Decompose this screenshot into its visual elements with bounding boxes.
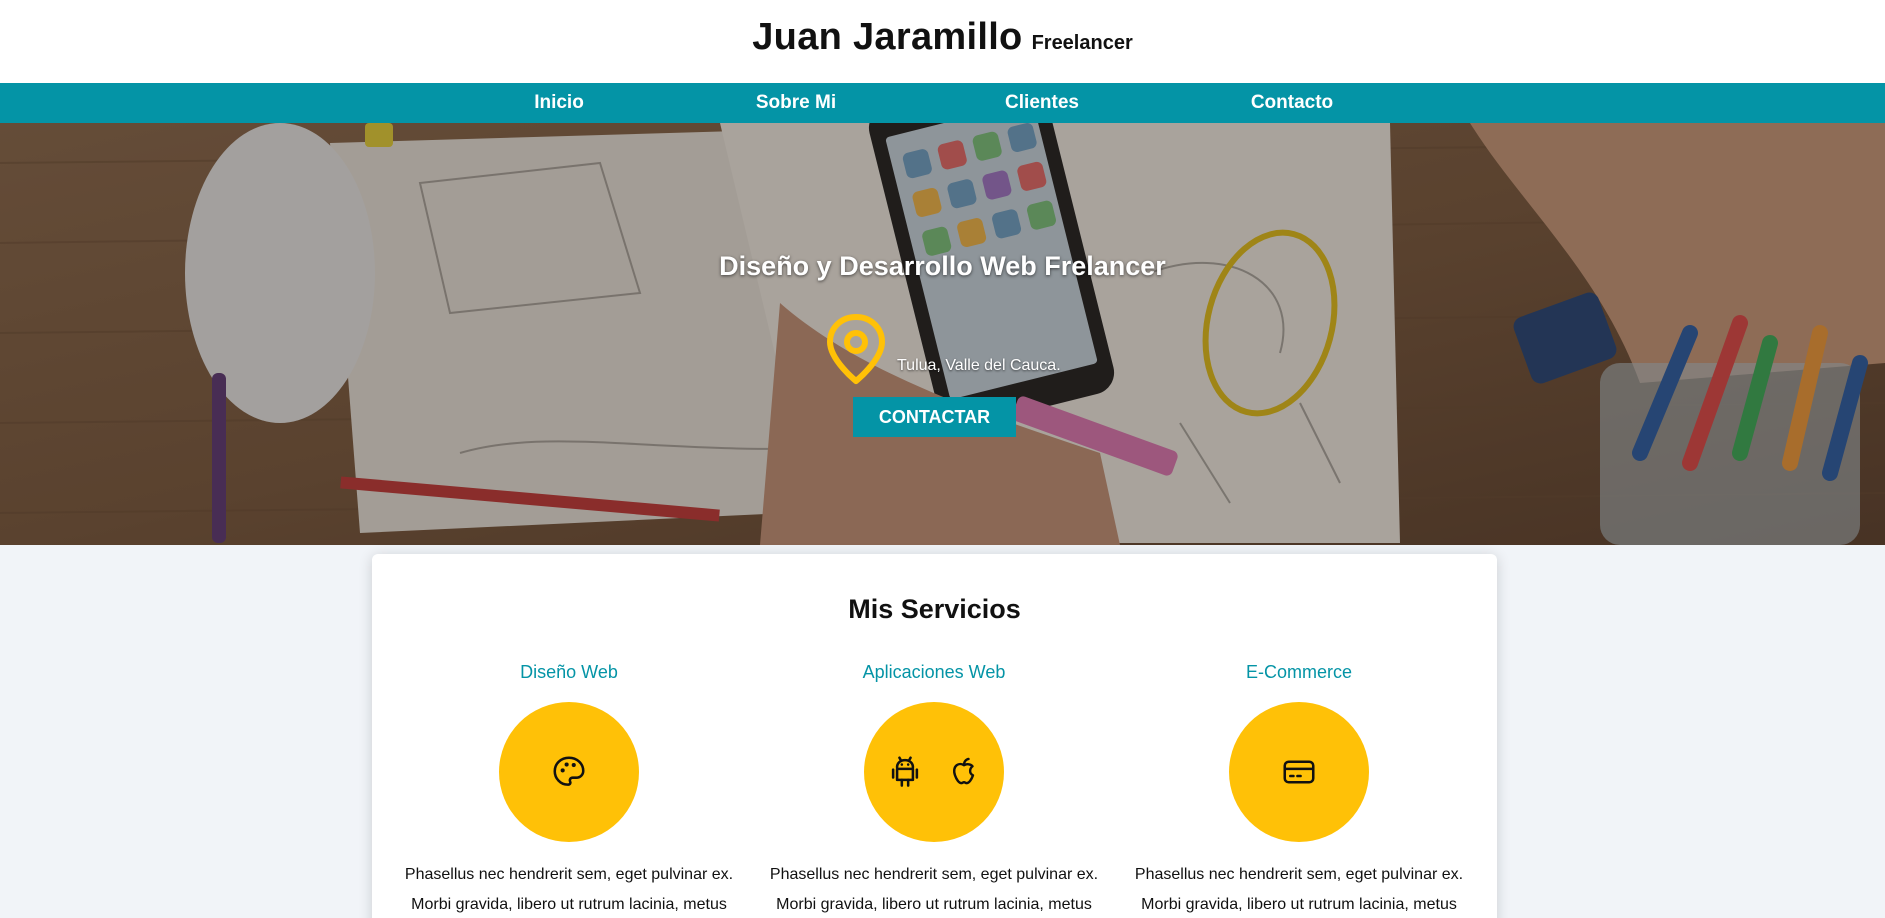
hero-overlay <box>0 123 1885 545</box>
brand[interactable]: Juan Jaramillo Freelancer <box>752 16 1132 59</box>
service-icon-circle <box>864 702 1004 842</box>
service-e-commerce: E-Commerce Phasellus nec hendrerit sem, … <box>1119 662 1479 918</box>
service-name[interactable]: E-Commerce <box>1119 662 1479 684</box>
nav-item-clientes[interactable]: Clientes <box>1005 83 1079 123</box>
android-icon <box>891 756 919 787</box>
brand-name: Juan Jaramillo <box>752 16 1023 58</box>
map-pin-icon <box>827 314 885 384</box>
hero-title: Diseño y Desarrollo Web Frelancer <box>719 251 1166 281</box>
service-name[interactable]: Diseño Web <box>389 662 749 684</box>
service-icon-circle <box>499 702 639 842</box>
nav-item-sobre-mi[interactable]: Sobre Mi <box>756 83 836 123</box>
service-aplicaciones-web: Aplicaciones Web Phasellus nec hendrerit… <box>754 662 1114 918</box>
services-title: Mis Servicios <box>848 594 1021 624</box>
service-description: Phasellus nec hendrerit sem, eget pulvin… <box>1134 866 1464 913</box>
palette-icon <box>553 756 585 786</box>
apple-icon <box>952 757 975 785</box>
credit-card-icon <box>1283 760 1315 784</box>
hero-banner: Diseño y Desarrollo Web Frelancer Tulua,… <box>0 123 1885 545</box>
brand-tagline: Freelancer <box>1031 32 1133 54</box>
page: Juan Jaramillo Freelancer Inicio Sobre M… <box>0 0 1885 918</box>
nav-item-inicio[interactable]: Inicio <box>534 83 584 123</box>
service-name[interactable]: Aplicaciones Web <box>754 662 1114 684</box>
service-diseno-web: Diseño Web Phasellus nec hendrerit sem, … <box>389 662 749 918</box>
services-card: Mis Servicios Diseño Web Phasellus nec h… <box>372 554 1497 918</box>
service-icon-circle <box>1229 702 1369 842</box>
location-text: Tulua, Valle del Cauca. <box>897 357 1061 374</box>
service-description: Phasellus nec hendrerit sem, eget pulvin… <box>404 866 734 913</box>
service-description: Phasellus nec hendrerit sem, eget pulvin… <box>769 866 1099 913</box>
nav-item-contacto[interactable]: Contacto <box>1251 83 1333 123</box>
main-nav: Inicio Sobre Mi Clientes Contacto <box>0 83 1885 123</box>
contact-button[interactable]: CONTACTAR <box>853 397 1016 437</box>
site-header: Juan Jaramillo Freelancer <box>0 0 1885 83</box>
